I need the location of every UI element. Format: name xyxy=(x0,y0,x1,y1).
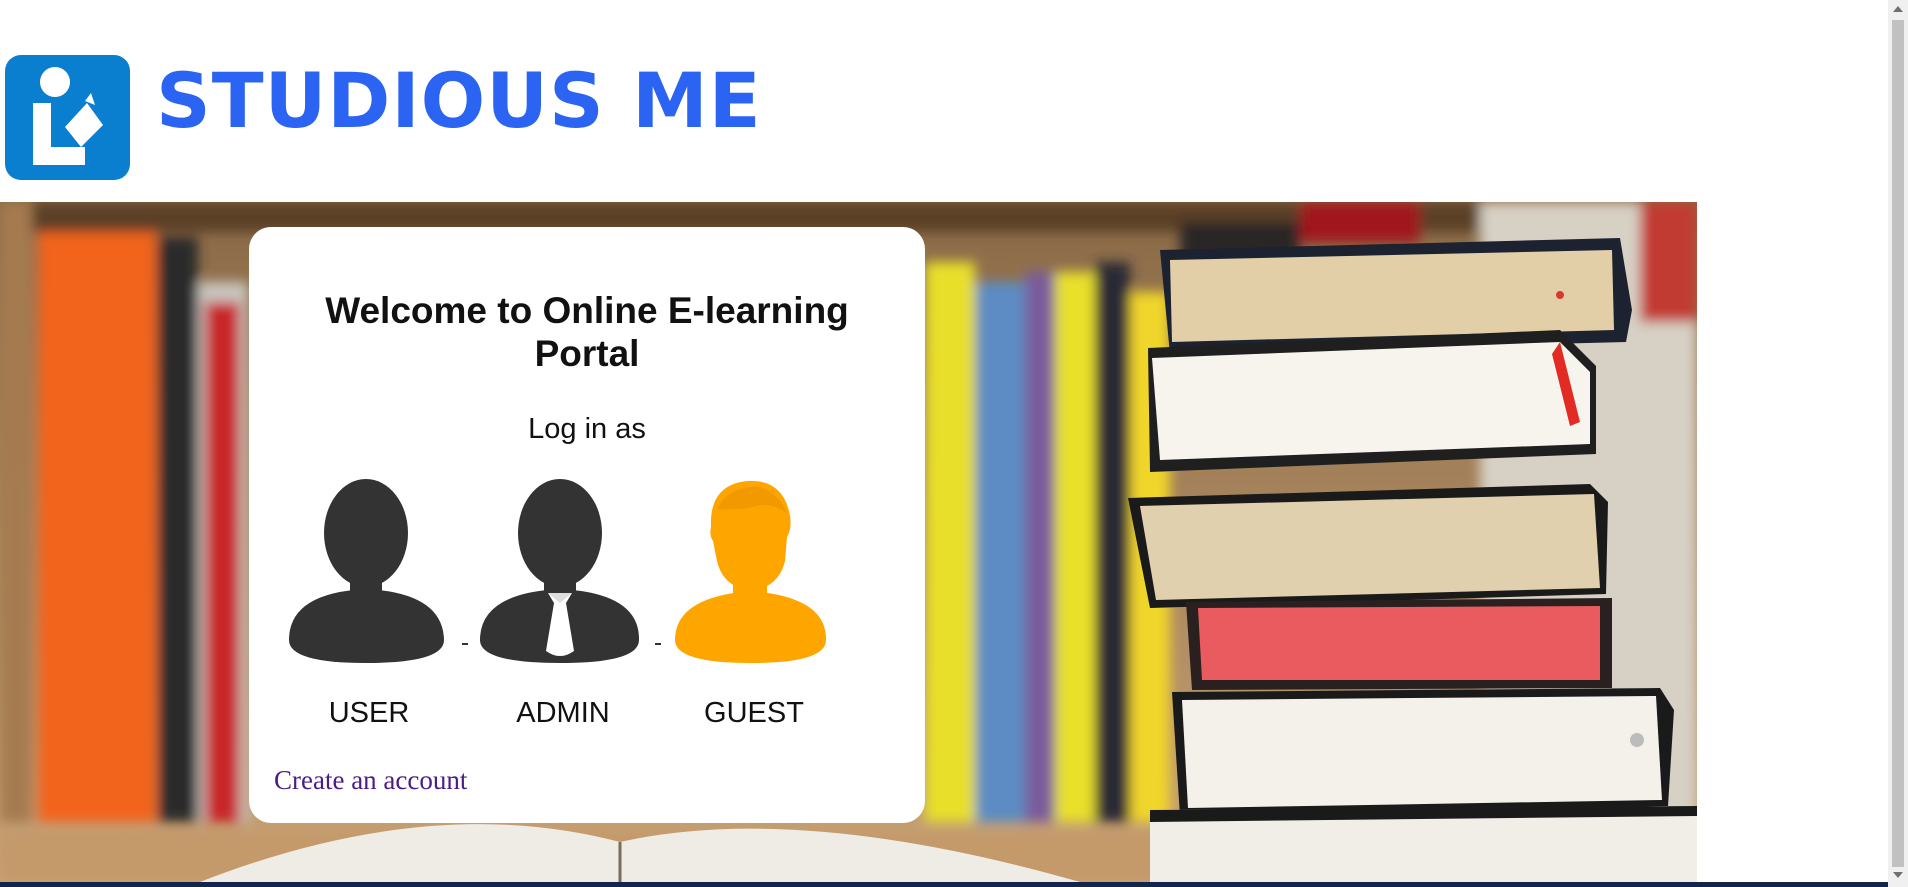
user-avatar-icon[interactable] xyxy=(284,475,454,675)
admin-role-label[interactable]: ADMIN xyxy=(478,697,648,730)
guest-role-label[interactable]: GUEST xyxy=(669,697,839,730)
login-card: Welcome to Online E-learning Portal Log … xyxy=(249,227,925,823)
footer-strip xyxy=(0,882,1890,887)
scrollbar-thumb[interactable] xyxy=(1892,20,1904,867)
login-as-label: Log in as xyxy=(528,413,646,445)
library-reader-icon[interactable] xyxy=(5,55,130,180)
user-login-option[interactable]: USER xyxy=(284,475,454,729)
create-account-link[interactable]: Create an account xyxy=(274,765,467,796)
scroll-down-icon[interactable] xyxy=(1893,872,1903,878)
admin-avatar-icon[interactable] xyxy=(478,475,648,675)
guest-login-option[interactable]: GUEST xyxy=(669,475,839,729)
user-role-label[interactable]: USER xyxy=(284,697,454,730)
guest-avatar-icon[interactable] xyxy=(669,475,839,675)
vertical-scrollbar[interactable] xyxy=(1888,0,1908,887)
site-title[interactable]: STUDIOUS ME xyxy=(156,56,762,146)
separator-dash xyxy=(655,643,661,645)
site-header: STUDIOUS ME xyxy=(0,0,1888,202)
separator-dash xyxy=(462,643,468,645)
welcome-heading: Welcome to Online E-learning Portal xyxy=(325,290,849,374)
scroll-up-icon[interactable] xyxy=(1893,6,1903,12)
admin-login-option[interactable]: ADMIN xyxy=(478,475,648,729)
